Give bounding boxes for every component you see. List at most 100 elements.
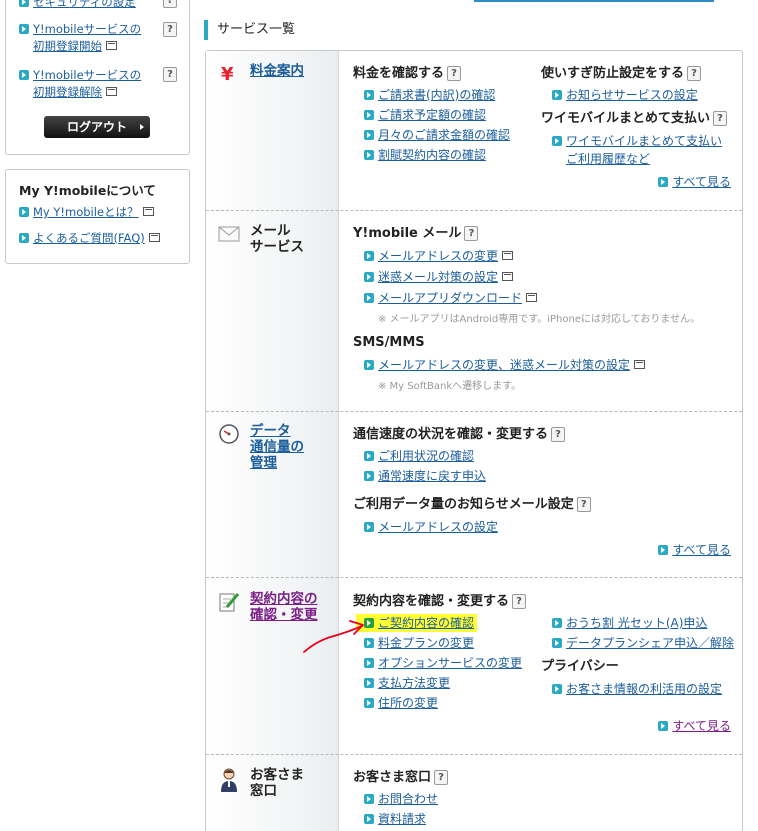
link-payment-method[interactable]: 支払方法変更 <box>364 675 450 691</box>
help-icon[interactable]: ? <box>447 66 462 81</box>
link-home-bundle[interactable]: おうち割 光セット(A)申込 <box>552 615 707 631</box>
help-icon[interactable]: ? <box>551 427 566 442</box>
link-usage-history[interactable]: ご利用履歴など <box>566 151 650 167</box>
arrow-right-icon <box>552 136 562 146</box>
link-sms-mms-settings[interactable]: メールアドレスの変更、迷惑メール対策の設定 <box>364 357 646 373</box>
link-document-request[interactable]: 資料請求 <box>364 811 426 827</box>
row-divider <box>206 411 742 412</box>
link-scheduled-amount[interactable]: ご請求予定額の確認 <box>364 107 486 123</box>
arrow-right-icon <box>19 233 29 243</box>
group-heading: プライバシー <box>541 659 619 674</box>
link-usage-status[interactable]: ご利用状況の確認 <box>364 448 474 464</box>
logout-button[interactable]: ログアウト <box>44 116 150 138</box>
arrow-right-icon <box>19 207 29 217</box>
section-title: サービス一覧 <box>204 20 295 40</box>
sidebar-item-about[interactable]: My Y!mobileとは？ <box>19 204 154 221</box>
link-invoice-detail[interactable]: ご請求書(内訳)の確認 <box>364 87 495 103</box>
link-address-change[interactable]: 住所の変更 <box>364 695 438 711</box>
group-heading: 通信速度の状況を確認・変更する? <box>353 426 566 444</box>
help-icon[interactable]: ? <box>434 770 449 785</box>
external-window-icon <box>106 87 117 96</box>
help-icon[interactable]: ? <box>163 0 177 8</box>
arrow-right-icon <box>364 794 374 804</box>
speedometer-icon <box>219 424 239 444</box>
arrow-right-icon <box>364 150 374 160</box>
yen-icon: ¥ <box>221 64 234 85</box>
help-icon[interactable]: ? <box>512 594 527 609</box>
help-icon[interactable]: ? <box>464 226 479 241</box>
link-data-mail-address[interactable]: メールアドレスの設定 <box>364 519 498 535</box>
link-notice-service[interactable]: お知らせサービスの設定 <box>552 87 698 103</box>
link-plan-change[interactable]: 料金プランの変更 <box>364 635 474 651</box>
see-all-link[interactable]: すべて見る <box>658 173 731 190</box>
row-divider <box>206 577 742 578</box>
link-data-share[interactable]: データプランシェア申込／解除 <box>552 635 734 651</box>
see-all-link[interactable]: すべて見る <box>658 541 731 558</box>
arrow-right-icon <box>19 24 29 34</box>
help-icon[interactable]: ? <box>687 66 702 81</box>
sidebar-item-initial-registration-start[interactable]: Y!mobileサービスの 初期登録開始 <box>19 21 141 55</box>
link-mail-app-download[interactable]: メールアプリダウンロード <box>364 290 538 306</box>
arrow-right-icon <box>364 110 374 120</box>
arrow-right-icon <box>364 251 374 261</box>
arrow-right-icon <box>364 658 374 668</box>
arrow-right-icon <box>552 684 562 694</box>
note-text: ※ メールアプリはAndroid専用です。iPhoneには対応しておりません。 <box>378 314 701 325</box>
link-contract-details[interactable]: ご契約内容の確認 <box>356 614 478 632</box>
arrow-right-icon <box>364 90 374 100</box>
help-icon[interactable]: ? <box>163 67 177 82</box>
external-window-icon <box>502 251 514 260</box>
arrow-right-icon <box>19 70 29 80</box>
arrow-right-icon <box>658 721 669 731</box>
arrow-right-icon <box>364 698 374 708</box>
link-spam-settings[interactable]: 迷惑メール対策の設定 <box>364 269 514 285</box>
link-inquiry[interactable]: お問合わせ <box>364 791 438 807</box>
external-window-icon <box>502 272 514 281</box>
help-icon[interactable]: ? <box>713 111 728 126</box>
about-title: My Y!mobileについて <box>19 183 156 198</box>
link-option-change[interactable]: オプションサービスの変更 <box>364 655 522 671</box>
about-box: My Y!mobileについて My Y!mobileとは？ よくあるご質問(F… <box>5 169 190 264</box>
arrow-right-icon <box>364 272 374 282</box>
link-matomete-payment[interactable]: ワイモバイルまとめて支払い <box>552 133 722 149</box>
envelope-icon <box>218 226 240 242</box>
annotation-arrow-icon <box>303 620 364 653</box>
external-window-icon <box>142 207 154 216</box>
link-installment-contract[interactable]: 割賦契約内容の確認 <box>364 147 486 163</box>
memo-pencil-icon <box>219 593 240 612</box>
service-list-panel: ¥ 料金案内 料金を確認する? ご請求書(内訳)の確認 ご請求予定額の確認 月々… <box>205 50 743 831</box>
arrow-right-icon <box>364 130 374 140</box>
link-privacy-settings[interactable]: お客さま情報の利活用の設定 <box>552 681 722 697</box>
arrow-right-icon <box>364 678 374 688</box>
arrow-right-icon <box>552 90 562 100</box>
external-window-icon <box>106 41 117 50</box>
external-window-icon <box>634 360 646 369</box>
sidebar-item-initial-registration-cancel[interactable]: Y!mobileサービスの 初期登録解除 <box>19 67 141 101</box>
group-heading: 契約内容を確認・変更する? <box>353 593 527 611</box>
row-divider <box>206 754 742 755</box>
group-heading: 料金を確認する? <box>353 65 462 83</box>
link-monthly-amount[interactable]: 月々のご請求金額の確認 <box>364 127 510 143</box>
link-mail-address-change[interactable]: メールアドレスの変更 <box>364 248 514 264</box>
highlight-marker: ご契約内容の確認 <box>356 614 478 632</box>
link-restore-speed[interactable]: 通常速度に戻す申込 <box>364 468 486 484</box>
arrow-right-icon <box>552 618 562 628</box>
help-icon[interactable]: ? <box>163 22 177 37</box>
arrow-right-icon <box>658 177 669 187</box>
group-heading: 使いすぎ防止設定をする? <box>541 65 702 83</box>
arrow-right-icon <box>364 471 374 481</box>
arrow-right-icon <box>658 545 669 555</box>
svg-text:¥: ¥ <box>221 64 234 85</box>
note-text: ※ My SoftBankへ遷移します。 <box>378 381 522 392</box>
external-window-icon <box>526 293 538 302</box>
arrow-right-icon <box>364 360 374 370</box>
group-heading: お客さま窓口? <box>353 769 449 787</box>
see-all-link[interactable]: すべて見る <box>658 717 731 734</box>
arrow-right-icon <box>19 0 29 7</box>
group-heading: SMS/MMS <box>353 335 425 350</box>
sidebar-item-faq[interactable]: よくあるご質問(FAQ) <box>19 230 160 247</box>
external-window-icon <box>148 233 160 242</box>
help-icon[interactable]: ? <box>576 497 591 512</box>
group-heading: Y!mobile メール? <box>353 225 479 243</box>
sidebar-item-security[interactable]: セキュリティの設定 <box>19 0 136 11</box>
